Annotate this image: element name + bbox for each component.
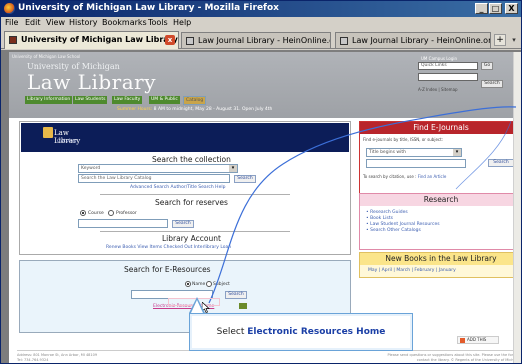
callout-target: Electronic Resources Home [247, 327, 386, 337]
callout-prefix: Select [216, 327, 248, 337]
callout-pointer-fill [191, 300, 203, 313]
annotation-arc [208, 106, 517, 304]
browser-window: University of Michigan Law Library - Moz… [0, 0, 522, 364]
instruction-callout: Select Electronic Resources Home [189, 313, 413, 351]
